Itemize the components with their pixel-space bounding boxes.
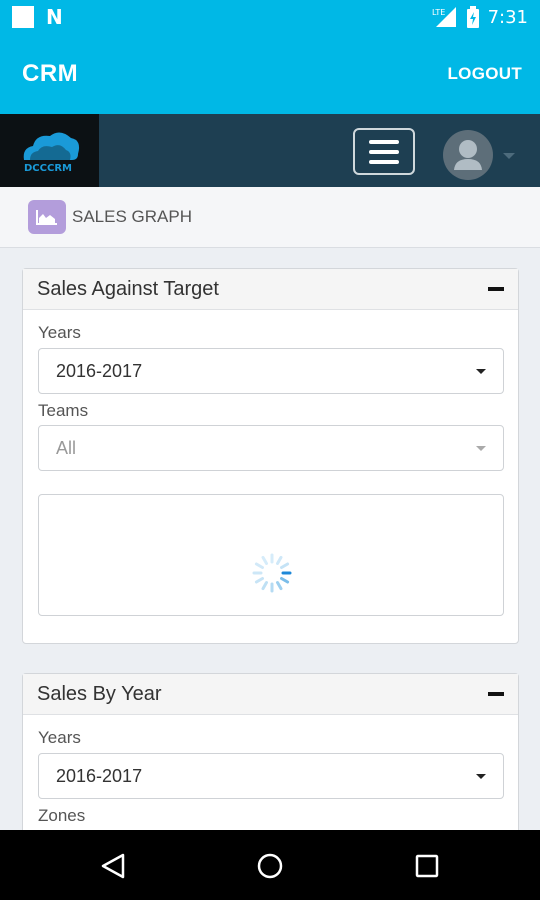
chevron-down-icon [476, 369, 486, 374]
back-icon[interactable] [101, 853, 125, 879]
logout-button[interactable]: LOGOUT [447, 64, 522, 84]
panel-title: Sales Against Target [37, 277, 219, 300]
breadcrumb-label: SALES GRAPH [72, 207, 192, 226]
chevron-down-icon [476, 446, 486, 451]
user-avatar[interactable] [443, 130, 493, 180]
status-bar: N LTE 7:31 [0, 0, 540, 34]
collapse-icon[interactable] [488, 692, 504, 696]
years-label: Years [38, 323, 81, 342]
logo[interactable]: DCCCRM [0, 114, 99, 187]
years-select[interactable]: 2016-2017 [38, 348, 504, 394]
battery-icon [466, 6, 479, 28]
chevron-down-icon [476, 774, 486, 779]
home-icon[interactable] [257, 853, 283, 879]
years-select[interactable]: 2016-2017 [38, 753, 504, 799]
years-select-value: 2016-2017 [56, 765, 143, 786]
cloud-logo-icon: DCCCRM [23, 132, 80, 174]
system-navigation-bar [0, 830, 540, 900]
notification-square-icon [12, 6, 34, 28]
collapse-icon[interactable] [488, 287, 504, 291]
app-title: CRM [22, 60, 79, 87]
hamburger-menu-button[interactable] [353, 128, 415, 175]
teams-select[interactable]: All [38, 425, 504, 471]
panel-header: Sales Against Target [23, 269, 518, 310]
years-label: Years [38, 728, 81, 747]
loading-spinner-icon [252, 553, 292, 593]
n-notification-icon: N [46, 5, 63, 29]
area-chart-icon [28, 200, 66, 234]
clock-time: 7:31 [487, 6, 528, 28]
panel-header: Sales By Year [23, 674, 518, 715]
years-select-value: 2016-2017 [56, 360, 143, 381]
teams-label: Teams [38, 401, 89, 420]
network-type-label: LTE [432, 8, 445, 17]
user-icon [454, 140, 482, 170]
logo-text: DCCCRM [24, 163, 72, 174]
sales-against-target-panel: Sales Against Target Years 2016-2017 Tea… [22, 268, 519, 644]
user-dropdown-caret-icon[interactable] [503, 153, 515, 159]
teams-select-value: All [56, 437, 77, 458]
recents-icon[interactable] [415, 854, 439, 878]
breadcrumb: SALES GRAPH [0, 187, 540, 248]
chart-container [38, 494, 504, 616]
signal-icon: LTE [432, 7, 456, 27]
zones-label: Zones [38, 806, 86, 825]
panel-title: Sales By Year [37, 682, 162, 705]
app-bar: CRM LOGOUT [0, 34, 540, 114]
